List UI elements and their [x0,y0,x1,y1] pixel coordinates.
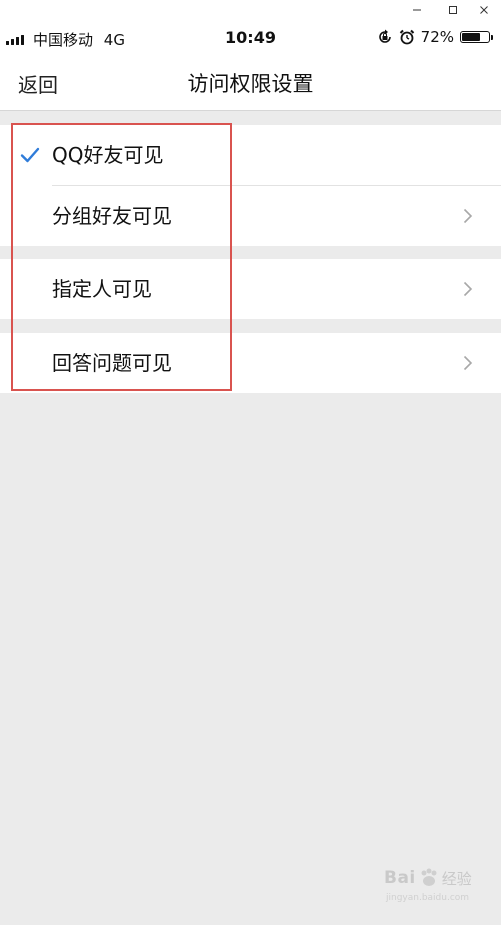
option-group-friends[interactable]: 分组好友可见 [0,186,501,246]
watermark-text: Bai [384,868,416,888]
chevron-right-icon [463,281,473,297]
minimize-button[interactable] [400,0,434,20]
watermark-suffix: 经验 [441,869,472,888]
maximize-icon [449,6,457,14]
option-label: 回答问题可见 [52,351,172,375]
alarm-icon [399,29,414,45]
option-label: 分组好友可见 [52,204,172,228]
page-title: 访问权限设置 [187,72,314,96]
checkmark-icon [20,147,40,163]
maximize-button[interactable] [436,0,470,20]
watermark: Bai 经验 jingyan.baidu.com [384,867,472,903]
navigation-bar: 返回 访问权限设置 [0,56,501,111]
option-answer-question[interactable]: 回答问题可见 [0,333,501,393]
battery-percent: 72% [420,28,454,46]
options-section-2: 指定人可见 [0,259,501,319]
rotation-lock-icon [378,29,391,43]
option-qq-friends[interactable]: QQ好友可见 [0,125,501,185]
battery-icon [460,31,490,43]
status-right-group: 72% [377,28,493,46]
option-specified-people[interactable]: 指定人可见 [0,259,501,319]
watermark-sub: jingyan.baidu.com [386,893,470,903]
options-section-3: 回答问题可见 [0,333,501,393]
close-button[interactable] [467,0,501,20]
chevron-right-icon [463,208,473,224]
option-label: QQ好友可见 [52,143,164,167]
options-section-1: QQ好友可见 分组好友可见 [0,125,501,246]
battery-level-fill [462,33,481,41]
chevron-right-icon [463,355,473,371]
window-title-bar [0,0,501,20]
minimize-icon [413,9,421,11]
option-label: 指定人可见 [52,277,152,301]
close-icon [480,6,488,14]
paw-icon [421,868,437,886]
status-bar: 中国移动 4G 10:49 72% [0,20,501,56]
battery-tip [491,34,493,40]
